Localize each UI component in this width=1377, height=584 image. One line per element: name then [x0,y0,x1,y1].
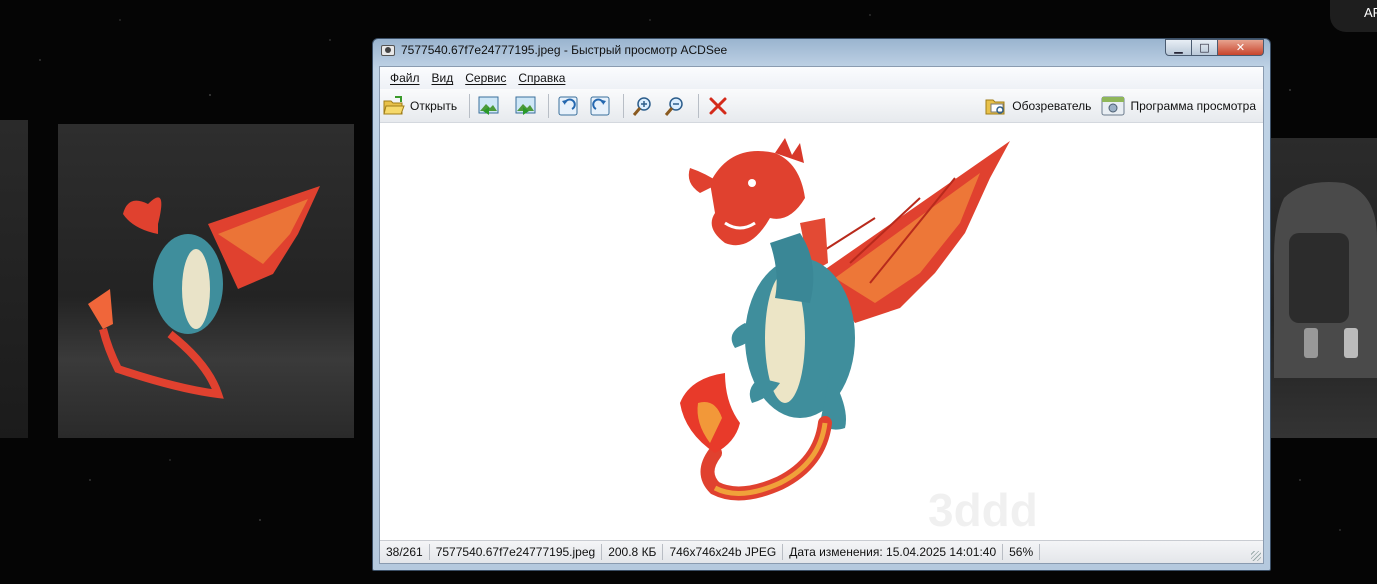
zoom-out-button[interactable] [661,93,689,119]
menu-view[interactable]: Вид [426,71,460,85]
rotate-right-button[interactable] [586,93,614,119]
toolbar-separator [698,93,700,118]
toolbar-right-group: Обозреватель Программа просмотра [982,93,1263,119]
status-bar: 38/261 7577540.67f7e24777195.jpeg 200.8 … [380,540,1263,563]
viewer-program-icon [1101,96,1125,115]
backpack-thumbnail [1274,182,1377,378]
browser-label: Обозреватель [1012,98,1092,113]
resize-grip[interactable] [1251,551,1261,561]
next-image-button[interactable] [509,93,539,119]
status-zoom: 56% [1003,544,1041,560]
menu-help[interactable]: Справка [512,71,571,85]
browser-icon [985,99,1005,114]
background-card-dragon[interactable] [58,124,354,438]
rotate-left-button[interactable] [554,93,582,119]
window-controls: ▁ □ ✕ [1165,39,1264,57]
corner-badge-label: AF [1364,5,1377,20]
rotate-left-icon [558,96,578,115]
image-viewport[interactable]: 3ddd [380,123,1263,541]
zoom-in-icon [633,96,651,116]
status-modified: Дата изменения: 15.04.2025 14:01:40 [783,544,1004,560]
delete-icon [709,97,727,114]
toolbar-separator [469,93,471,118]
open-label: Открыть [410,98,458,113]
previous-image-icon [478,96,499,115]
rotate-right-icon [590,96,610,115]
toolbar-separator [623,93,625,118]
menu-tools[interactable]: Сервис [459,71,512,85]
zoom-in-button[interactable] [629,93,657,119]
status-filesize: 200.8 КБ [602,544,664,560]
background-card-backpack[interactable] [1264,138,1377,438]
title-bar[interactable]: 7577540.67f7e24777195.jpeg - Быстрый про… [373,39,1270,63]
browser-button[interactable]: Обозреватель [982,93,1094,119]
previous-image-button[interactable] [475,93,505,119]
close-button[interactable]: ✕ [1218,39,1264,56]
dragon-thumbnail [88,186,320,399]
maximize-button[interactable]: □ [1192,39,1218,56]
viewer-program-button[interactable]: Программа просмотра [1098,93,1259,119]
open-folder-icon [383,95,405,114]
menu-bar: Файл Вид Сервис Справка [380,67,1263,89]
dragon-image [680,138,1010,501]
status-position: 38/261 [380,544,430,560]
delete-button[interactable] [704,93,732,119]
background-card-edge [0,120,28,438]
window-title: 7577540.67f7e24777195.jpeg - Быстрый про… [401,43,728,57]
corner-badge[interactable]: AF [1330,0,1377,32]
next-image-icon [515,96,536,115]
toolbar: Открыть Обозреватель Программа просмотра [380,89,1263,123]
viewer-program-label: Программа просмотра [1130,98,1256,113]
open-button[interactable]: Открыть [380,93,460,119]
image-watermark: 3ddd [928,484,1038,536]
acdsee-quick-view-window: 7577540.67f7e24777195.jpeg - Быстрый про… [372,38,1271,571]
minimize-button[interactable]: ▁ [1165,39,1192,56]
status-filename: 7577540.67f7e24777195.jpeg [430,544,603,560]
camera-icon [381,45,395,56]
window-client-area: Файл Вид Сервис Справка Открыть Обозрева… [379,66,1264,564]
toolbar-separator [548,93,550,118]
menu-file[interactable]: Файл [384,71,426,85]
zoom-out-icon [665,96,683,116]
status-dimensions: 746x746x24b JPEG [663,544,784,560]
